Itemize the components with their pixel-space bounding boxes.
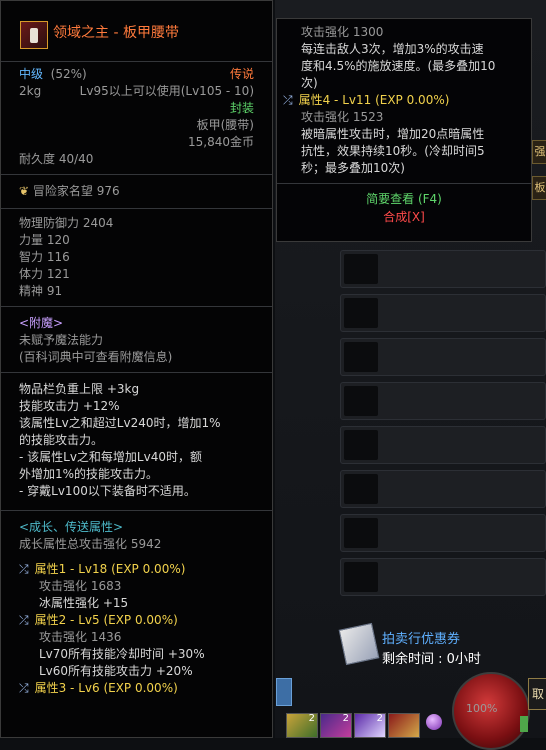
side-tab-2[interactable]: 板 [532,176,546,200]
item-grade: 中级 [19,67,44,81]
inventory-slot[interactable] [340,250,546,288]
enchant-title: <附魔> [19,316,64,330]
stat-row: 物理防御力 2404 [19,216,114,230]
fame-icon: ❦ [19,184,30,198]
item-price: 15,840金币 [188,135,254,149]
growth-attr-4-title: ⤮ 属性4 - Lv11 (EXP 0.00%) [283,93,450,107]
enchant-section: <附魔> 未赋予魔法能力 (百科词典中可查看附魔信息) [1,307,272,373]
coupon-time: 剩余时间 : 0小时 [382,652,481,667]
option-line: - 该属性Lv之和每增加Lv40时，额 [19,450,202,464]
brief-view-button[interactable]: 简要查看 (F4) [277,190,531,208]
potion-icon [520,716,528,732]
growth-attr-1-title: ⤮ 属性1 - Lv18 (EXP 0.00%) [19,562,186,576]
option-line: 技能攻击力 +12% [19,399,120,413]
option-line: 的技能攻击力。 [19,433,104,447]
shuffle-icon: ⤮ [19,613,29,627]
inventory-slot[interactable] [340,558,546,596]
item-level-req: Lv95以上可以使用(Lv105 - 10) [79,84,254,98]
item-tooltip: 领域之主 - 板甲腰带 中级 (52%) 传说 2kg Lv95以上可以使用(L… [0,0,273,738]
tooltip2-desc-line: 秒；最多叠加10次) [301,161,405,175]
blue-side-button[interactable] [276,678,292,706]
tooltip2-attack-line: 攻击强化 1300 [301,25,384,39]
hotbar-slot[interactable]: 2 [286,713,318,738]
enchant-line1: 未赋予魔法能力 [19,333,104,347]
tooltip2-desc-line: 每连击敌人3次，增加3%的攻击速 [301,42,484,56]
options-section: 物品栏负重上限 +3kg 技能攻击力 +12% 该属性Lv之和超过Lv240时，… [1,373,272,511]
growth-attr-line: Lv60所有技能攻击力 +20% [39,664,193,678]
hp-orb-text: 100% [466,702,498,715]
auction-coupon[interactable]: 拍卖行优惠券 剩余时间 : 0小时 [338,620,546,670]
shuffle-icon: ⤮ [283,93,293,107]
stat-row: 智力 116 [19,250,70,264]
inventory-slot-list [340,250,546,602]
fame-label: 冒险家名望 [32,184,93,198]
coupon-title: 拍卖行优惠券 [382,632,461,647]
growth-attr-3-title: ⤮ 属性3 - Lv6 (EXP 0.00%) [19,681,178,695]
side-tab-1[interactable]: 强 [532,140,546,164]
shuffle-icon: ⤮ [19,562,29,576]
option-line: 外增加1%的技能攻击力。 [19,467,159,481]
inventory-slot[interactable] [340,382,546,420]
option-line: 该属性Lv之和超过Lv240时，增加1% [19,416,221,430]
stat-row: 体力 121 [19,267,70,281]
stat-row: 力量 120 [19,233,70,247]
item-grade-percent: (52%) [50,67,87,81]
hotbar-slot[interactable]: 2 [354,713,386,738]
option-line: 物品栏负重上限 +3kg [19,382,140,396]
item-weight: 2kg [19,84,42,98]
gem-icon [426,714,442,730]
growth-attr-line: Lv70所有技能冷却时间 +30% [39,647,205,661]
inventory-slot[interactable] [340,514,546,552]
fame-row: ❦ 冒险家名望 976 [1,175,272,209]
growth-attr-line: 攻击强化 1683 [39,579,122,593]
synthesis-button[interactable]: 合成[X] [277,208,531,226]
belt-icon [20,21,48,49]
fame-value: 976 [96,184,120,198]
stats-section: 物理防御力 2404 力量 120 智力 116 体力 121 精神 91 [1,209,272,307]
growth-attr-line: 冰属性强化 +15 [39,596,129,610]
tooltip2-attack-line: 攻击强化 1523 [301,110,384,124]
item-name: 领域之主 - 板甲腰带 [53,25,179,41]
item-basic-info: 中级 (52%) 传说 2kg Lv95以上可以使用(Lv105 - 10) 封… [1,62,272,175]
hotbar-slot[interactable] [388,713,420,738]
shuffle-icon: ⤮ [19,681,29,695]
growth-attr-2-title: ⤮ 属性2 - Lv5 (EXP 0.00%) [19,613,178,627]
coupon-icon [338,622,380,666]
option-line: - 穿戴Lv100以下装备时不适用。 [19,484,196,498]
tooltip2-desc-line: 度和4.5%的施放速度。(最多叠加10 [301,59,496,73]
inventory-slot[interactable] [340,338,546,376]
stat-row: 精神 91 [19,284,63,298]
tooltip-header: 领域之主 - 板甲腰带 [1,1,272,62]
tooltip2-desc-line: 抗性，效果持续10秒。(冷却时间5 [301,144,485,158]
item-rarity: 传说 [229,67,254,81]
inventory-slot[interactable] [340,294,546,332]
growth-section: <成长、传送属性> 成长属性总攻击强化 5942 ⤮ 属性1 - Lv18 (EX… [1,511,272,703]
item-type: 板甲(腰带) [196,118,254,132]
growth-attr-line: 攻击强化 1436 [39,630,122,644]
inventory-slot[interactable] [340,426,546,464]
hotbar-slot[interactable]: 2 [320,713,352,738]
item-tooltip-continued: 攻击强化 1300 每连击敌人3次，增加3%的攻击速 度和4.5%的施放速度。(… [276,18,532,242]
tooltip2-desc-line: 被暗属性攻击时，增加20点暗属性 [301,127,485,141]
enchant-line2: (百科词典中可查看附魔信息) [19,350,173,364]
growth-total: 成长属性总攻击强化 5942 [19,537,162,551]
item-sealed: 封装 [229,101,254,115]
inventory-slot[interactable] [340,470,546,508]
growth-title: <成长、传送属性> [19,520,124,534]
tooltip2-desc-line: 次) [301,76,318,90]
take-button[interactable]: 取 [528,678,546,710]
item-durability: 耐久度 40/40 [19,152,94,166]
